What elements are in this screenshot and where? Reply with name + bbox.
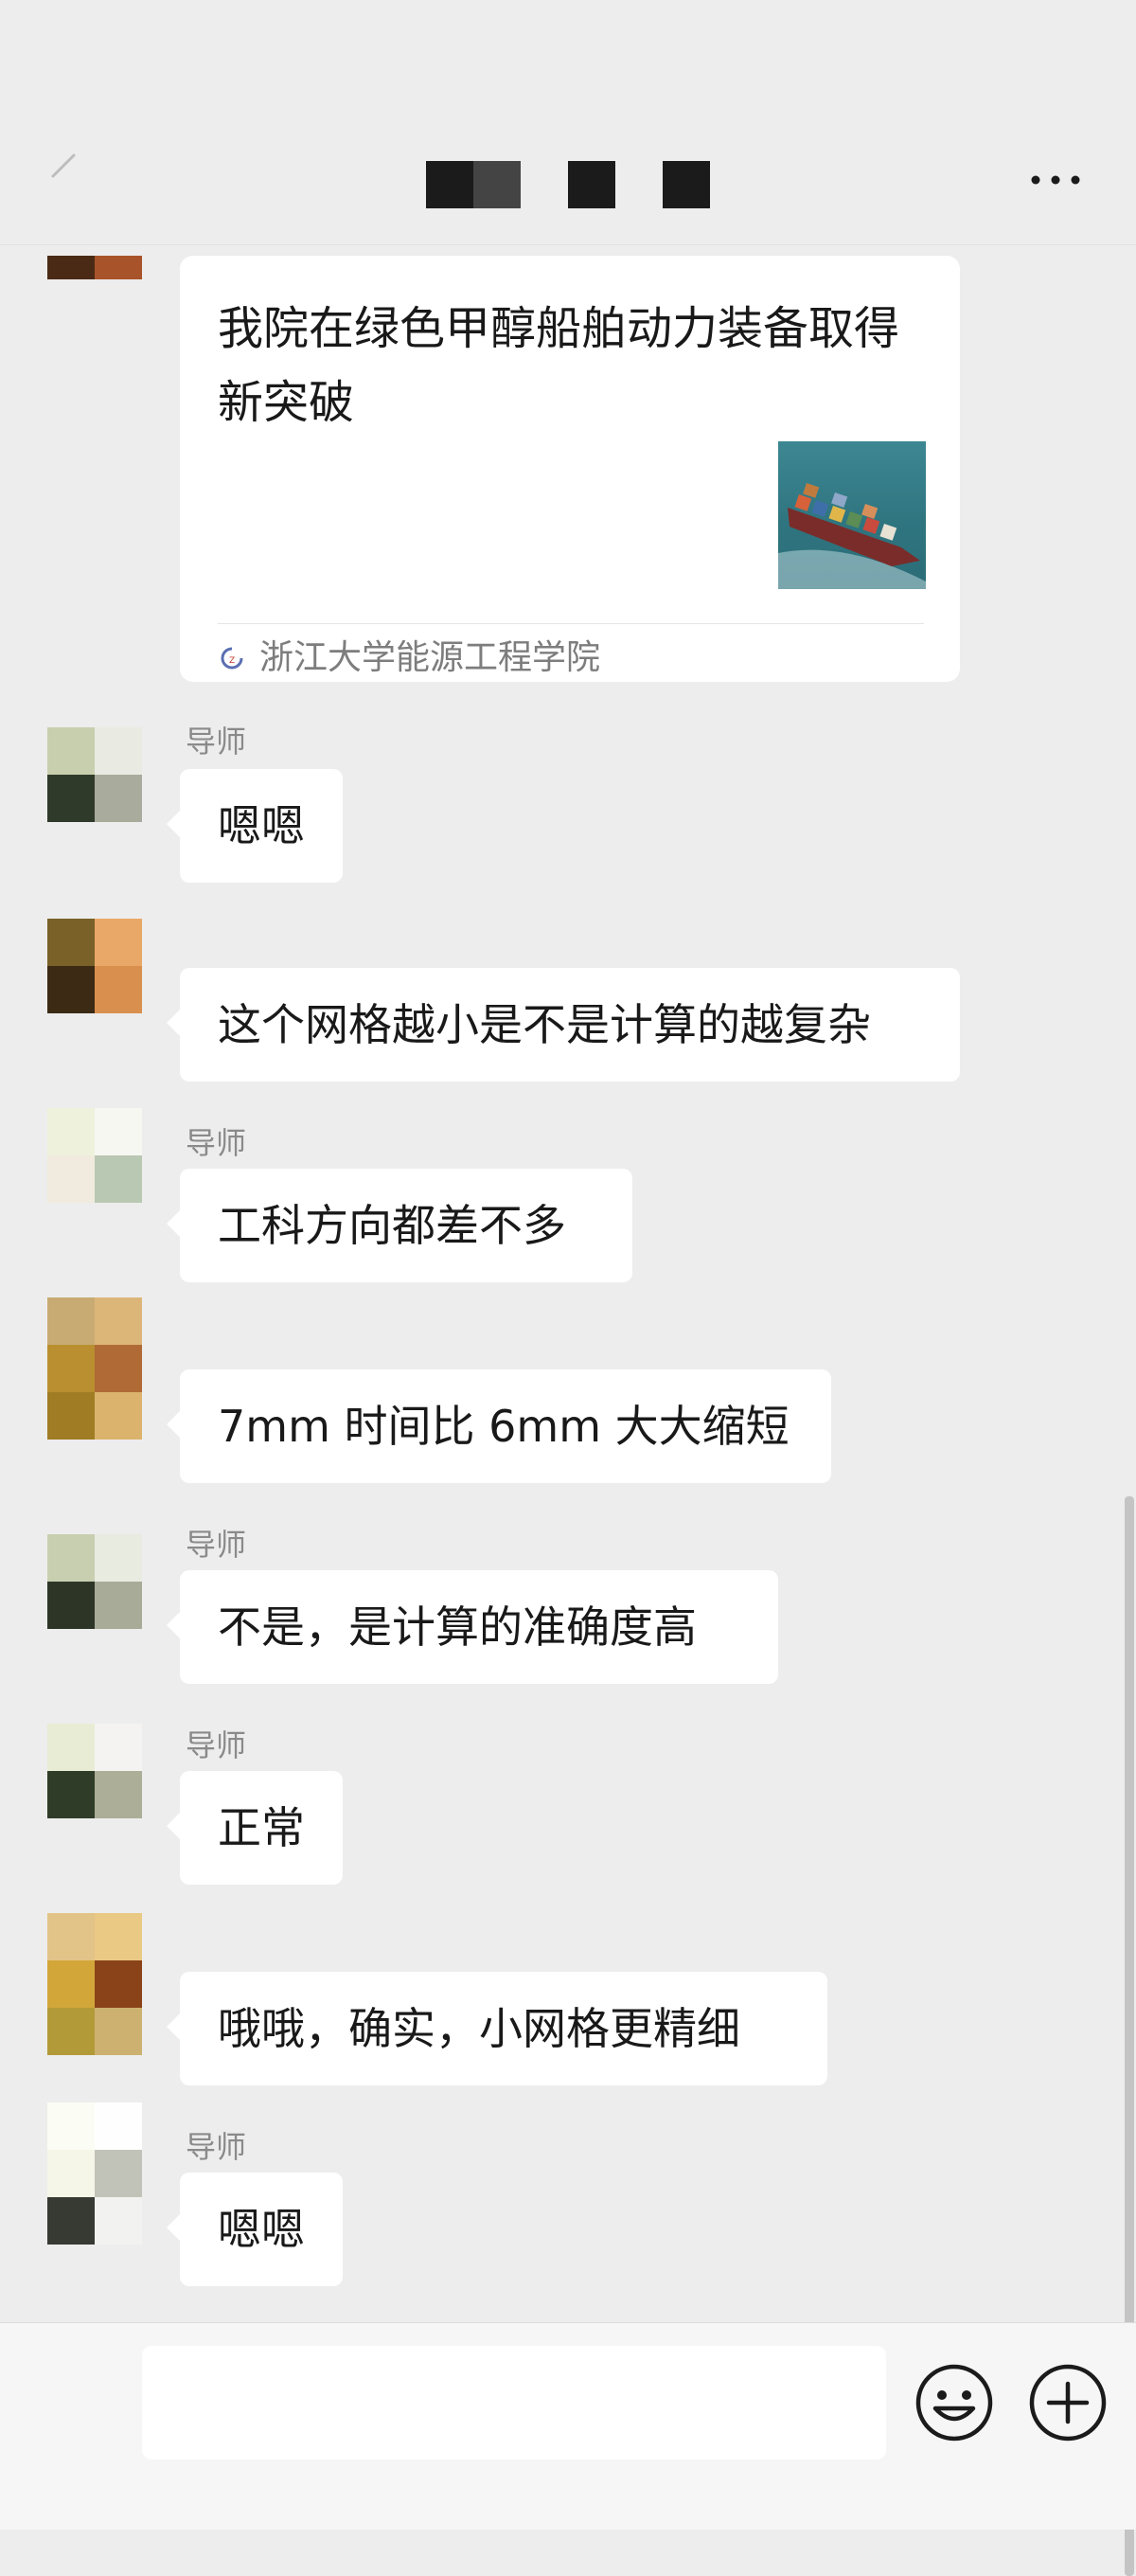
title-redaction-3 xyxy=(568,161,615,208)
avatar[interactable] xyxy=(47,1724,142,1818)
svg-text:Z: Z xyxy=(229,656,235,666)
message-bubble[interactable]: 嗯嗯 xyxy=(167,769,343,883)
message-bubble[interactable]: 正常 xyxy=(167,1771,343,1885)
shared-article-card[interactable]: 我院在绿色甲醇船舶动力装备取得新突破 Z 浙江大学能源工程学院 xyxy=(180,256,960,682)
title-redaction-4 xyxy=(663,161,710,208)
message-bubble[interactable]: 嗯嗯 xyxy=(167,2173,343,2286)
message-input[interactable] xyxy=(142,2346,886,2460)
avatar[interactable] xyxy=(47,1534,142,1629)
sender-label: 导师 xyxy=(186,724,247,760)
source-name: 浙江大学能源工程学院 xyxy=(259,638,601,677)
avatar[interactable] xyxy=(47,1297,142,1440)
chat-header xyxy=(0,0,1136,245)
message-bubble[interactable]: 不是，是计算的准确度高 xyxy=(167,1570,778,1684)
back-arrow-icon[interactable] xyxy=(49,152,78,180)
smiley-face-icon[interactable] xyxy=(914,2363,994,2442)
message-bubble[interactable]: 工科方向都差不多 xyxy=(167,1169,632,1282)
title-redaction-2 xyxy=(473,161,521,208)
sender-label: 导师 xyxy=(186,1125,247,1161)
container-ship-image xyxy=(778,441,926,589)
title-redaction-1 xyxy=(426,161,473,208)
message-bubble[interactable]: 这个网格越小是不是计算的越复杂 xyxy=(167,968,960,1082)
avatar[interactable] xyxy=(47,2102,142,2245)
article-title: 我院在绿色甲醇船舶动力装备取得新突破 xyxy=(218,302,900,429)
card-divider xyxy=(218,623,924,624)
avatar[interactable] xyxy=(47,919,142,1013)
more-dots-icon[interactable] xyxy=(1030,174,1081,186)
input-bar xyxy=(0,2322,1136,2530)
sender-label: 导师 xyxy=(186,1527,247,1563)
avatar[interactable] xyxy=(47,256,142,303)
school-logo-icon: Z xyxy=(221,647,243,670)
avatar[interactable] xyxy=(47,1108,142,1203)
avatar[interactable] xyxy=(47,727,142,822)
message-bubble[interactable]: 7mm 时间比 6mm 大大缩短 xyxy=(167,1369,831,1483)
sender-label: 导师 xyxy=(186,2129,247,2165)
sender-label: 导师 xyxy=(186,1727,247,1763)
plus-circle-icon[interactable] xyxy=(1028,2363,1108,2442)
message-bubble[interactable]: 哦哦，确实，小网格更精细 xyxy=(167,1972,827,2085)
message-list[interactable]: 我院在绿色甲醇船舶动力装备取得新突破 Z 浙江大学能源工程学院 导师 嗯嗯 这个… xyxy=(0,244,1136,2576)
avatar[interactable] xyxy=(47,1913,142,2055)
